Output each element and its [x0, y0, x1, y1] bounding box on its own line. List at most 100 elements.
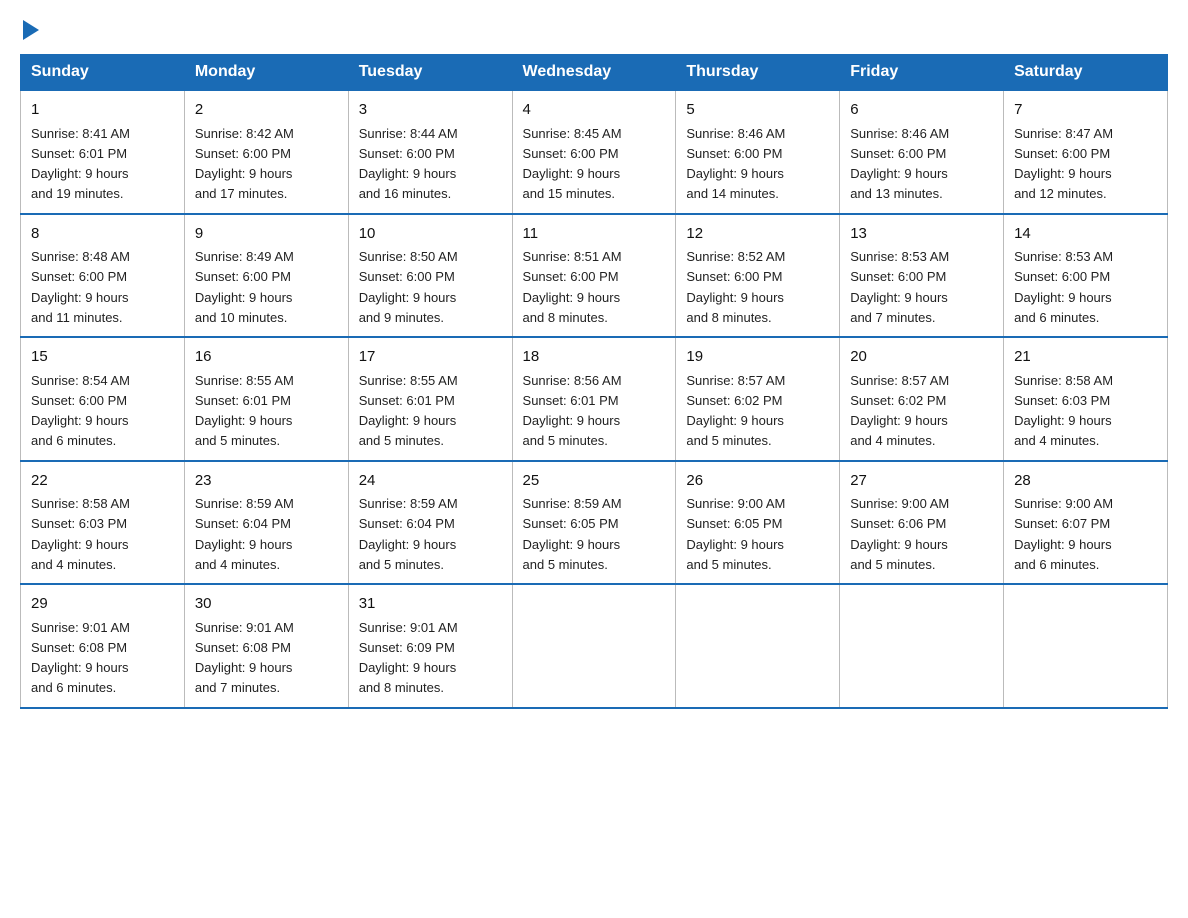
day-number: 12: [686, 223, 829, 246]
day-info: Sunrise: 8:58 AMSunset: 6:03 PMDaylight:…: [31, 496, 130, 572]
calendar-cell: 13 Sunrise: 8:53 AMSunset: 6:00 PMDaylig…: [840, 214, 1004, 338]
day-info: Sunrise: 8:48 AMSunset: 6:00 PMDaylight:…: [31, 249, 130, 325]
logo: [20, 20, 39, 34]
day-number: 28: [1014, 470, 1157, 493]
calendar-cell: 12 Sunrise: 8:52 AMSunset: 6:00 PMDaylig…: [676, 214, 840, 338]
day-number: 30: [195, 593, 338, 616]
day-number: 3: [359, 99, 502, 122]
calendar-cell: 30 Sunrise: 9:01 AMSunset: 6:08 PMDaylig…: [184, 584, 348, 708]
day-number: 18: [523, 346, 666, 369]
day-info: Sunrise: 8:52 AMSunset: 6:00 PMDaylight:…: [686, 249, 785, 325]
day-info: Sunrise: 8:42 AMSunset: 6:00 PMDaylight:…: [195, 126, 294, 202]
calendar-cell: 5 Sunrise: 8:46 AMSunset: 6:00 PMDayligh…: [676, 90, 840, 214]
calendar-cell: 27 Sunrise: 9:00 AMSunset: 6:06 PMDaylig…: [840, 461, 1004, 585]
day-number: 9: [195, 223, 338, 246]
day-number: 19: [686, 346, 829, 369]
calendar-cell: 11 Sunrise: 8:51 AMSunset: 6:00 PMDaylig…: [512, 214, 676, 338]
calendar-cell: 20 Sunrise: 8:57 AMSunset: 6:02 PMDaylig…: [840, 337, 1004, 461]
day-info: Sunrise: 9:00 AMSunset: 6:05 PMDaylight:…: [686, 496, 785, 572]
day-info: Sunrise: 8:59 AMSunset: 6:04 PMDaylight:…: [359, 496, 458, 572]
calendar-cell: 6 Sunrise: 8:46 AMSunset: 6:00 PMDayligh…: [840, 90, 1004, 214]
calendar-cell: 29 Sunrise: 9:01 AMSunset: 6:08 PMDaylig…: [21, 584, 185, 708]
page-header: [20, 20, 1168, 34]
day-number: 14: [1014, 223, 1157, 246]
day-number: 15: [31, 346, 174, 369]
calendar-cell: 2 Sunrise: 8:42 AMSunset: 6:00 PMDayligh…: [184, 90, 348, 214]
day-info: Sunrise: 8:56 AMSunset: 6:01 PMDaylight:…: [523, 373, 622, 449]
day-number: 6: [850, 99, 993, 122]
calendar-cell: 28 Sunrise: 9:00 AMSunset: 6:07 PMDaylig…: [1004, 461, 1168, 585]
day-info: Sunrise: 8:50 AMSunset: 6:00 PMDaylight:…: [359, 249, 458, 325]
day-info: Sunrise: 8:57 AMSunset: 6:02 PMDaylight:…: [850, 373, 949, 449]
weekday-header-wednesday: Wednesday: [512, 55, 676, 91]
calendar-cell: 23 Sunrise: 8:59 AMSunset: 6:04 PMDaylig…: [184, 461, 348, 585]
day-number: 17: [359, 346, 502, 369]
week-row-1: 1 Sunrise: 8:41 AMSunset: 6:01 PMDayligh…: [21, 90, 1168, 214]
day-info: Sunrise: 8:55 AMSunset: 6:01 PMDaylight:…: [195, 373, 294, 449]
day-number: 13: [850, 223, 993, 246]
day-info: Sunrise: 8:51 AMSunset: 6:00 PMDaylight:…: [523, 249, 622, 325]
week-row-3: 15 Sunrise: 8:54 AMSunset: 6:00 PMDaylig…: [21, 337, 1168, 461]
calendar-cell: 19 Sunrise: 8:57 AMSunset: 6:02 PMDaylig…: [676, 337, 840, 461]
day-info: Sunrise: 8:59 AMSunset: 6:05 PMDaylight:…: [523, 496, 622, 572]
weekday-header-tuesday: Tuesday: [348, 55, 512, 91]
day-info: Sunrise: 8:58 AMSunset: 6:03 PMDaylight:…: [1014, 373, 1113, 449]
day-info: Sunrise: 8:57 AMSunset: 6:02 PMDaylight:…: [686, 373, 785, 449]
day-number: 24: [359, 470, 502, 493]
calendar-cell: 21 Sunrise: 8:58 AMSunset: 6:03 PMDaylig…: [1004, 337, 1168, 461]
day-info: Sunrise: 8:44 AMSunset: 6:00 PMDaylight:…: [359, 126, 458, 202]
day-number: 8: [31, 223, 174, 246]
calendar-cell: 3 Sunrise: 8:44 AMSunset: 6:00 PMDayligh…: [348, 90, 512, 214]
weekday-header-friday: Friday: [840, 55, 1004, 91]
day-number: 4: [523, 99, 666, 122]
day-number: 2: [195, 99, 338, 122]
day-info: Sunrise: 9:00 AMSunset: 6:07 PMDaylight:…: [1014, 496, 1113, 572]
calendar-cell: 10 Sunrise: 8:50 AMSunset: 6:00 PMDaylig…: [348, 214, 512, 338]
weekday-header-thursday: Thursday: [676, 55, 840, 91]
week-row-2: 8 Sunrise: 8:48 AMSunset: 6:00 PMDayligh…: [21, 214, 1168, 338]
day-info: Sunrise: 8:53 AMSunset: 6:00 PMDaylight:…: [1014, 249, 1113, 325]
calendar-cell: 25 Sunrise: 8:59 AMSunset: 6:05 PMDaylig…: [512, 461, 676, 585]
weekday-header-row: SundayMondayTuesdayWednesdayThursdayFrid…: [21, 55, 1168, 91]
day-number: 20: [850, 346, 993, 369]
day-info: Sunrise: 8:54 AMSunset: 6:00 PMDaylight:…: [31, 373, 130, 449]
day-number: 31: [359, 593, 502, 616]
day-number: 16: [195, 346, 338, 369]
weekday-header-saturday: Saturday: [1004, 55, 1168, 91]
calendar-cell: 14 Sunrise: 8:53 AMSunset: 6:00 PMDaylig…: [1004, 214, 1168, 338]
day-number: 10: [359, 223, 502, 246]
day-info: Sunrise: 9:01 AMSunset: 6:08 PMDaylight:…: [31, 620, 130, 696]
day-info: Sunrise: 8:46 AMSunset: 6:00 PMDaylight:…: [686, 126, 785, 202]
calendar-cell: [1004, 584, 1168, 708]
day-number: 11: [523, 223, 666, 246]
day-info: Sunrise: 8:55 AMSunset: 6:01 PMDaylight:…: [359, 373, 458, 449]
day-info: Sunrise: 8:53 AMSunset: 6:00 PMDaylight:…: [850, 249, 949, 325]
day-number: 21: [1014, 346, 1157, 369]
calendar-cell: 17 Sunrise: 8:55 AMSunset: 6:01 PMDaylig…: [348, 337, 512, 461]
day-number: 23: [195, 470, 338, 493]
day-info: Sunrise: 8:59 AMSunset: 6:04 PMDaylight:…: [195, 496, 294, 572]
calendar-cell: 22 Sunrise: 8:58 AMSunset: 6:03 PMDaylig…: [21, 461, 185, 585]
calendar-cell: [676, 584, 840, 708]
day-number: 7: [1014, 99, 1157, 122]
day-number: 29: [31, 593, 174, 616]
day-number: 22: [31, 470, 174, 493]
calendar-cell: 15 Sunrise: 8:54 AMSunset: 6:00 PMDaylig…: [21, 337, 185, 461]
day-info: Sunrise: 9:01 AMSunset: 6:08 PMDaylight:…: [195, 620, 294, 696]
day-number: 25: [523, 470, 666, 493]
day-number: 26: [686, 470, 829, 493]
calendar-cell: 7 Sunrise: 8:47 AMSunset: 6:00 PMDayligh…: [1004, 90, 1168, 214]
calendar-cell: 24 Sunrise: 8:59 AMSunset: 6:04 PMDaylig…: [348, 461, 512, 585]
day-info: Sunrise: 8:49 AMSunset: 6:00 PMDaylight:…: [195, 249, 294, 325]
week-row-4: 22 Sunrise: 8:58 AMSunset: 6:03 PMDaylig…: [21, 461, 1168, 585]
calendar-cell: 8 Sunrise: 8:48 AMSunset: 6:00 PMDayligh…: [21, 214, 185, 338]
weekday-header-monday: Monday: [184, 55, 348, 91]
calendar-cell: 31 Sunrise: 9:01 AMSunset: 6:09 PMDaylig…: [348, 584, 512, 708]
calendar-cell: 18 Sunrise: 8:56 AMSunset: 6:01 PMDaylig…: [512, 337, 676, 461]
logo-arrow-icon: [23, 20, 39, 40]
calendar-cell: 9 Sunrise: 8:49 AMSunset: 6:00 PMDayligh…: [184, 214, 348, 338]
calendar-cell: 1 Sunrise: 8:41 AMSunset: 6:01 PMDayligh…: [21, 90, 185, 214]
weekday-header-sunday: Sunday: [21, 55, 185, 91]
calendar-table: SundayMondayTuesdayWednesdayThursdayFrid…: [20, 54, 1168, 709]
day-info: Sunrise: 8:47 AMSunset: 6:00 PMDaylight:…: [1014, 126, 1113, 202]
